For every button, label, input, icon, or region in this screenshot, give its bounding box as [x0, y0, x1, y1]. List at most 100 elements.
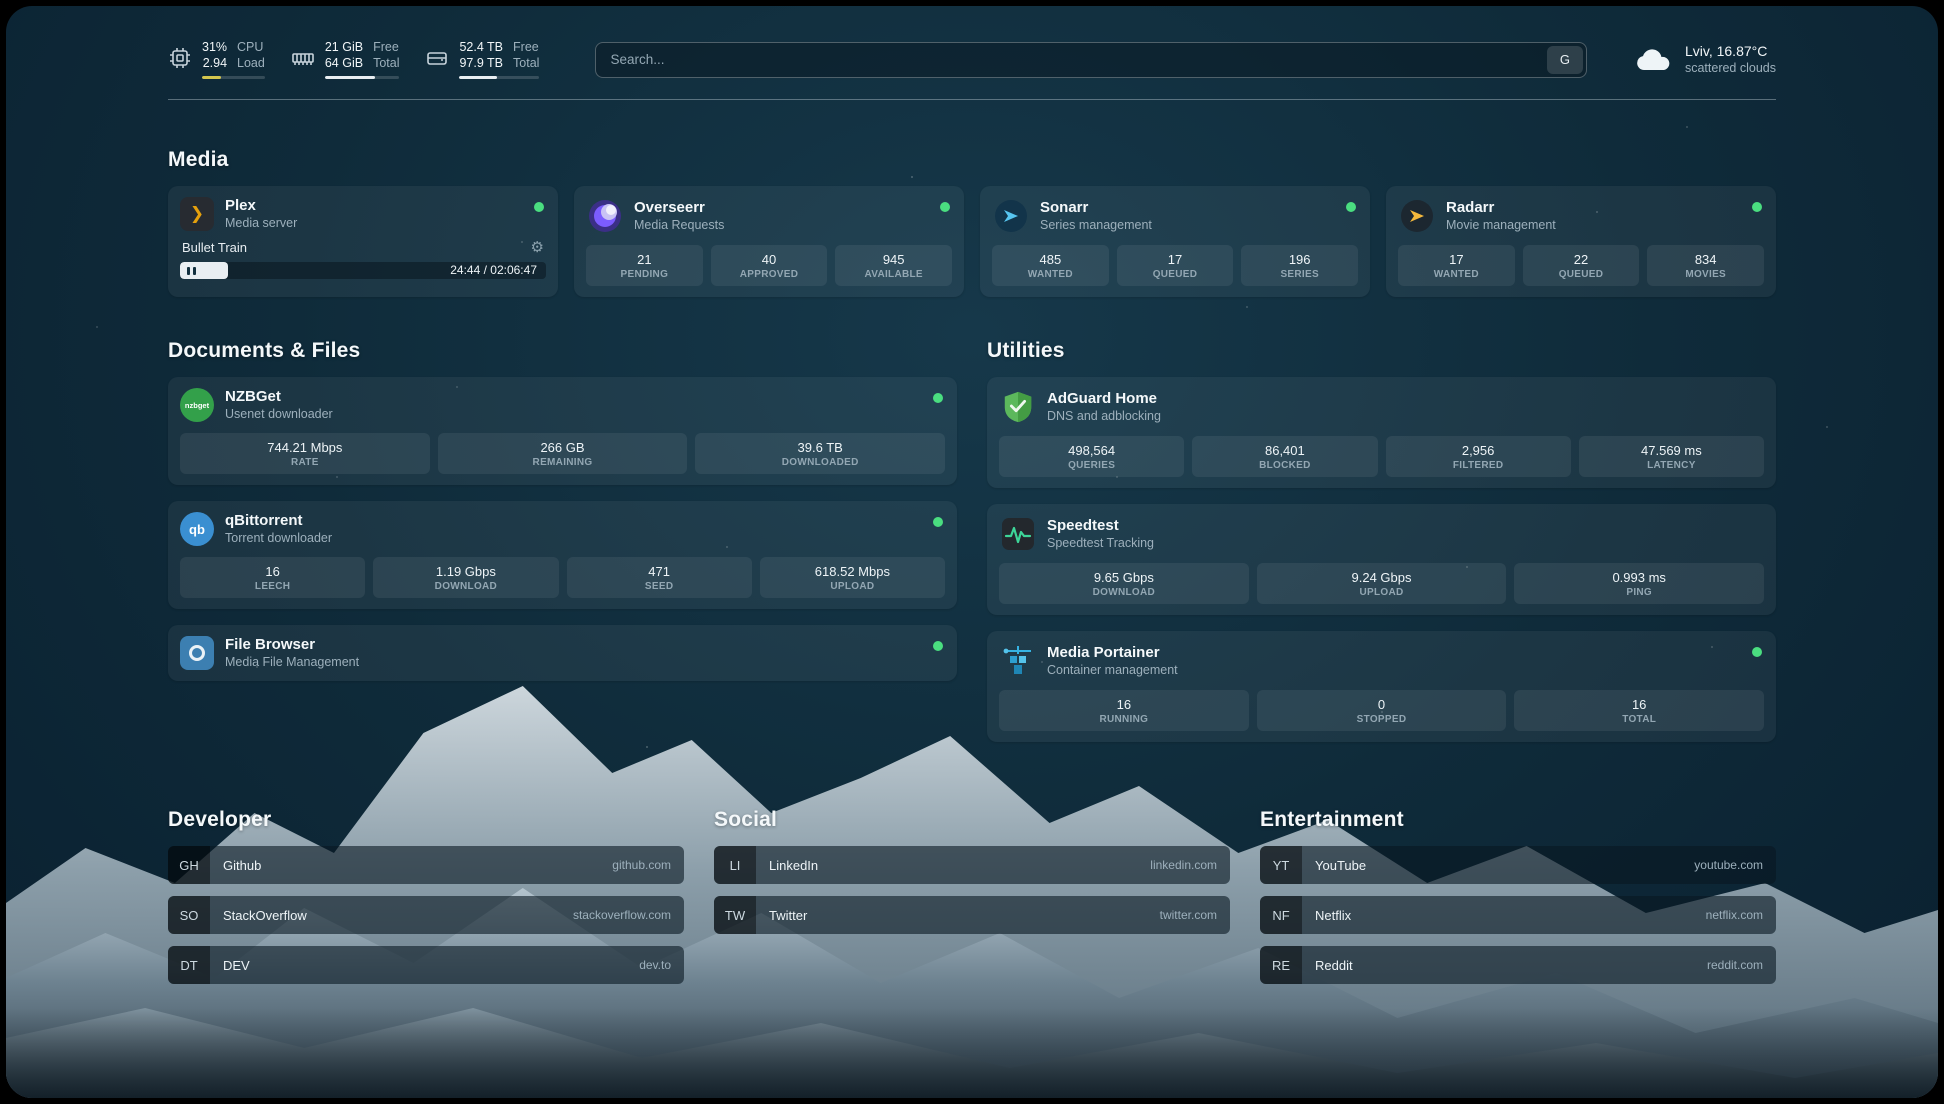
- qbittorrent-icon: qb: [180, 512, 214, 546]
- filebrowser-link[interactable]: File Browser Media File Management: [180, 636, 945, 670]
- nzbget-icon: nzbget: [180, 388, 214, 422]
- cloud-icon: [1633, 45, 1673, 75]
- speedtest-title: Speedtest: [1047, 517, 1154, 535]
- nzbget-title: NZBGet: [225, 388, 333, 406]
- developer-column: Developer GH Github github.com SO StackO…: [168, 808, 684, 984]
- stat-stopped: 0 STOPPED: [1257, 690, 1507, 731]
- bookmark-abbr: NF: [1260, 896, 1302, 934]
- stat-available: 945 AVAILABLE: [835, 245, 952, 286]
- stat-approved: 40 APPROVED: [711, 245, 828, 286]
- stat-remaining: 266 GB REMAINING: [438, 433, 688, 474]
- bookmark-url: youtube.com: [1694, 858, 1776, 872]
- plex-title: Plex: [225, 197, 297, 215]
- cpu-icon: [168, 46, 192, 70]
- section-title-social: Social: [714, 808, 1230, 832]
- social-column: Social LI LinkedIn linkedin.com TW Twitt…: [714, 808, 1230, 984]
- bookmark-url: github.com: [612, 858, 684, 872]
- qbittorrent-link[interactable]: qb qBittorrent Torrent downloader: [180, 512, 945, 546]
- section-title-entertainment: Entertainment: [1260, 808, 1776, 832]
- portainer-link[interactable]: Media Portainer Container management: [999, 642, 1764, 679]
- bookmark-name: Netflix: [1302, 908, 1706, 923]
- section-title-media: Media: [168, 148, 1776, 172]
- portainer-status-dot: [1752, 647, 1762, 657]
- bookmark-url: linkedin.com: [1150, 858, 1230, 872]
- overseerr-link[interactable]: Overseerr Media Requests: [586, 197, 952, 234]
- adguard-subtitle: DNS and adblocking: [1047, 408, 1161, 424]
- service-card-filebrowser: File Browser Media File Management: [168, 625, 957, 681]
- overseerr-stats: 21 PENDING 40 APPROVED 945 AVAILABLE: [586, 245, 952, 286]
- disk-free: 52.4 TB: [459, 40, 503, 55]
- bookmark-name: YouTube: [1302, 858, 1694, 873]
- service-card-portainer: Media Portainer Container management 16 …: [987, 631, 1776, 742]
- section-title-utilities: Utilities: [987, 339, 1776, 363]
- sonarr-title: Sonarr: [1040, 199, 1152, 217]
- stat-downloaded: 39.6 TB DOWNLOADED: [695, 433, 945, 474]
- plex-progress-bar[interactable]: 24:44 / 02:06:47: [180, 262, 546, 279]
- bookmark-abbr: LI: [714, 846, 756, 884]
- search-provider-button[interactable]: G: [1547, 46, 1583, 74]
- service-card-overseerr: Overseerr Media Requests 21 PENDING 40 A…: [574, 186, 964, 297]
- overseerr-status-dot: [940, 202, 950, 212]
- overseerr-title: Overseerr: [634, 199, 724, 217]
- portainer-icon: [999, 642, 1036, 679]
- pause-icon[interactable]: [187, 267, 196, 275]
- bookmark-linkedin[interactable]: LI LinkedIn linkedin.com: [714, 846, 1230, 884]
- gear-icon[interactable]: ⚙: [531, 241, 544, 255]
- qbittorrent-title: qBittorrent: [225, 512, 332, 530]
- sonarr-icon: [992, 197, 1029, 234]
- service-card-speedtest: Speedtest Speedtest Tracking 9.65 Gbps D…: [987, 504, 1776, 615]
- section-title-documents: Documents & Files: [168, 339, 957, 363]
- speedtest-link[interactable]: Speedtest Speedtest Tracking: [999, 515, 1764, 552]
- portainer-title: Media Portainer: [1047, 644, 1178, 662]
- documents-column: Documents & Files nzbget NZBGet Usenet d…: [168, 339, 957, 681]
- bookmark-dev[interactable]: DT DEV dev.to: [168, 946, 684, 984]
- plex-now-playing: Bullet Train ⚙: [180, 240, 546, 255]
- stat-series: 196 SERIES: [1241, 245, 1358, 286]
- stat-queued: 17 QUEUED: [1117, 245, 1234, 286]
- bookmark-twitter[interactable]: TW Twitter twitter.com: [714, 896, 1230, 934]
- plex-progress-fill: [180, 262, 228, 279]
- bookmark-abbr: YT: [1260, 846, 1302, 884]
- cpu-usage-bar: [202, 76, 265, 79]
- stat-wanted: 485 WANTED: [992, 245, 1109, 286]
- radarr-subtitle: Movie management: [1446, 217, 1556, 233]
- memory-usage-bar: [325, 76, 400, 79]
- bookmark-github[interactable]: GH Github github.com: [168, 846, 684, 884]
- stat-latency: 47.569 ms LATENCY: [1579, 436, 1764, 477]
- bookmark-abbr: SO: [168, 896, 210, 934]
- sonarr-link[interactable]: Sonarr Series management: [992, 197, 1358, 234]
- stat-seed: 471 SEED: [567, 557, 752, 598]
- bookmark-reddit[interactable]: RE Reddit reddit.com: [1260, 946, 1776, 984]
- adguard-link[interactable]: AdGuard Home DNS and adblocking: [999, 388, 1764, 425]
- weather-condition: scattered clouds: [1685, 60, 1776, 76]
- search-box: G: [595, 42, 1587, 78]
- disk-usage-bar: [459, 76, 539, 79]
- cpu-load-label: Load: [237, 56, 265, 71]
- search-input[interactable]: [595, 42, 1587, 78]
- stat-download: 1.19 Gbps DOWNLOAD: [373, 557, 558, 598]
- adguard-stats: 498,564 QUERIES 86,401 BLOCKED 2,956 FIL…: [999, 436, 1764, 477]
- sonarr-subtitle: Series management: [1040, 217, 1152, 233]
- stat-movies: 834 MOVIES: [1647, 245, 1764, 286]
- memory-free-label: Free: [373, 40, 399, 55]
- speedtest-stats: 9.65 Gbps DOWNLOAD 9.24 Gbps UPLOAD 0.99…: [999, 563, 1764, 604]
- bookmark-netflix[interactable]: NF Netflix netflix.com: [1260, 896, 1776, 934]
- service-card-plex: ❯ Plex Media server Bullet Train ⚙ 24:44…: [168, 186, 558, 297]
- overseerr-subtitle: Media Requests: [634, 217, 724, 233]
- bookmark-stackoverflow[interactable]: SO StackOverflow stackoverflow.com: [168, 896, 684, 934]
- service-card-adguard: AdGuard Home DNS and adblocking 498,564 …: [987, 377, 1776, 488]
- qbittorrent-stats: 16 LEECH 1.19 Gbps DOWNLOAD 471 SEED: [180, 557, 945, 598]
- disk-total: 97.9 TB: [459, 56, 503, 71]
- bookmark-youtube[interactable]: YT YouTube youtube.com: [1260, 846, 1776, 884]
- adguard-icon: [999, 388, 1036, 425]
- topbar-divider: [168, 99, 1776, 100]
- bookmark-name: Github: [210, 858, 612, 873]
- qbittorrent-subtitle: Torrent downloader: [225, 530, 332, 546]
- nzbget-link[interactable]: nzbget NZBGet Usenet downloader: [180, 388, 945, 422]
- plex-link[interactable]: ❯ Plex Media server: [180, 197, 546, 231]
- stat-ping: 0.993 ms PING: [1514, 563, 1764, 604]
- memory-widget: 21 GiB Free 64 GiB Total: [291, 40, 400, 79]
- bookmark-url: dev.to: [639, 958, 684, 972]
- radarr-link[interactable]: Radarr Movie management: [1398, 197, 1764, 234]
- portainer-stats: 16 RUNNING 0 STOPPED 16 TOTAL: [999, 690, 1764, 731]
